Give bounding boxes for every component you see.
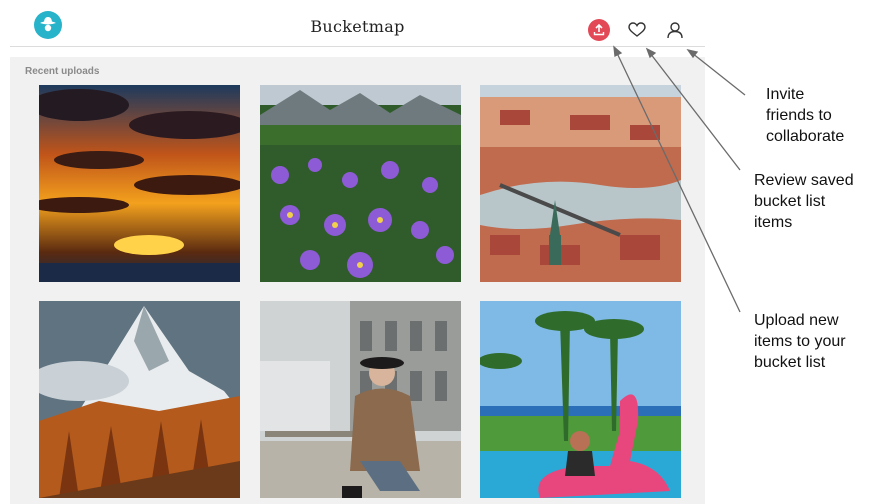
- annotation-upload: Upload new items to your bucket list: [754, 312, 846, 371]
- annotation-arrows: [613, 45, 746, 313]
- annotation-review: Review saved bucket list items: [754, 172, 854, 231]
- annotation-invite: Invite friends to collaborate: [766, 86, 845, 145]
